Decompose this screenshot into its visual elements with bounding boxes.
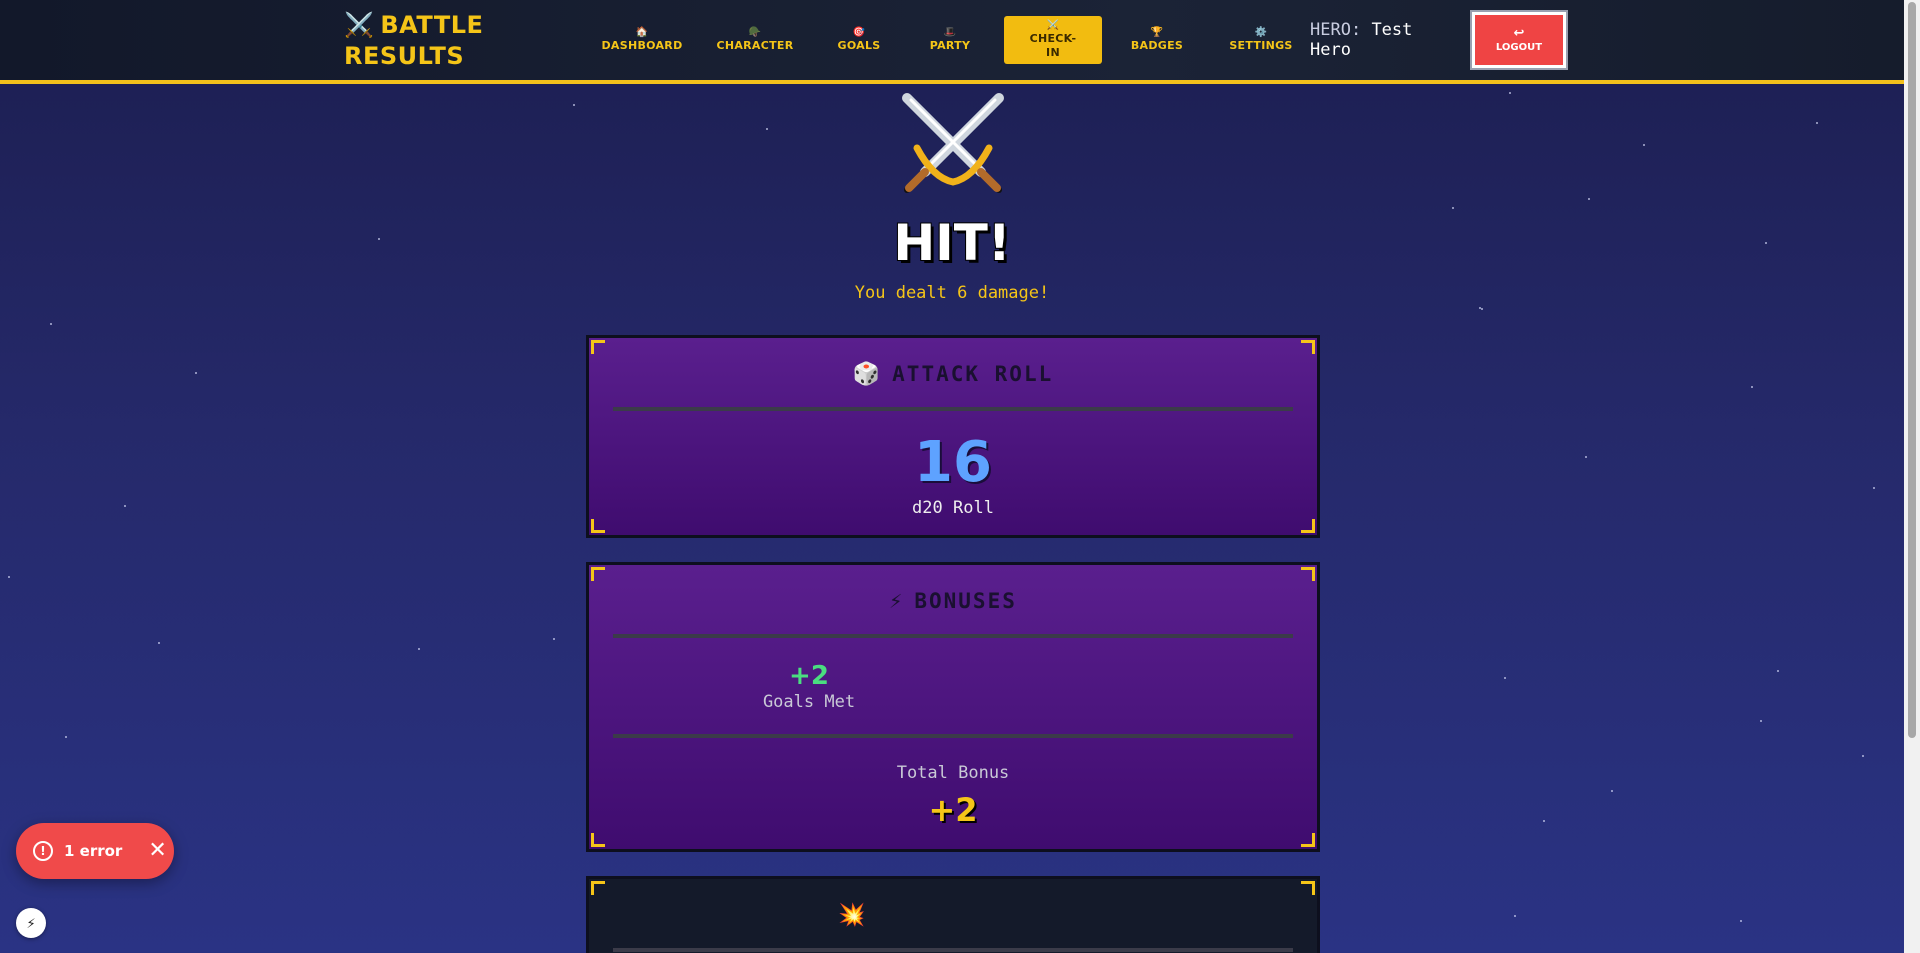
nav-check-in[interactable]: ⚔️ CHECK-IN: [1004, 16, 1102, 64]
main-nav: 🏠 DASHBOARD 🪖 CHARACTER 🎯 GOALS 🎩 PARTY …: [590, 16, 1316, 64]
divider: [613, 634, 1293, 638]
corner-decoration: [1301, 340, 1315, 354]
crossed-swords-icon: ⚔️: [344, 11, 375, 39]
logout-icon: ↩: [1513, 26, 1525, 41]
corner-decoration: [1301, 519, 1315, 533]
nav-label: GOALS: [837, 39, 881, 52]
top-navbar: ⚔️ BATTLE RESULTS 🏠 DASHBOARD 🪖 CHARACTER…: [0, 0, 1904, 84]
lightning-icon: ⚡: [889, 589, 905, 614]
card-title: ATTACK ROLL: [892, 362, 1054, 386]
corner-decoration: [591, 833, 605, 847]
corner-decoration: [591, 881, 605, 895]
logout-button[interactable]: ↩ LOGOUT: [1470, 10, 1568, 70]
scrollbar[interactable]: [1904, 0, 1920, 953]
trophy-icon: 🏆: [1150, 27, 1164, 38]
result-title: HIT!: [893, 214, 1011, 272]
helmet-icon: 🪖: [748, 27, 762, 38]
bonuses-card: ⚡ BONUSES +2 Goals Met Total Bonus +2: [586, 562, 1320, 852]
crossed-swords-icon: [902, 93, 1004, 193]
bonus-label: Goals Met: [762, 692, 856, 712]
nav-label: DASHBOARD: [601, 39, 683, 52]
divider: [613, 407, 1293, 411]
nav-label: CHARACTER: [716, 39, 794, 52]
corner-decoration: [591, 340, 605, 354]
app-logo[interactable]: ⚔️ BATTLE RESULTS: [344, 10, 494, 72]
total-bonus-label: Total Bonus: [896, 763, 1010, 783]
nav-label: PARTY: [929, 39, 971, 52]
lightning-icon: ⚡: [26, 914, 36, 932]
corner-decoration: [591, 519, 605, 533]
corner-decoration: [1301, 833, 1315, 847]
card-header: 🎲 ATTACK ROLL: [589, 362, 1317, 387]
target-icon: 🎯: [852, 27, 866, 38]
attack-roll-card: 🎲 ATTACK ROLL 16 d20 Roll: [586, 335, 1320, 538]
nav-dashboard[interactable]: 🏠 DASHBOARD: [590, 16, 694, 64]
card-header: ⚡ BONUSES: [589, 589, 1317, 614]
scrollbar-thumb[interactable]: [1908, 2, 1916, 738]
hero-label: HERO:: [1310, 20, 1362, 40]
card-title: BONUSES: [914, 589, 1017, 613]
nav-settings[interactable]: ⚙️ SETTINGS: [1206, 16, 1316, 64]
corner-decoration: [591, 567, 605, 581]
hero-name-display: HERO: Test Hero: [1310, 20, 1440, 60]
party-hat-icon: 🎩: [943, 27, 957, 38]
error-icon: !: [33, 841, 53, 861]
nav-goals[interactable]: 🎯 GOALS: [816, 16, 902, 64]
divider: [613, 948, 1293, 952]
damage-card: 💥: [586, 876, 1320, 953]
corner-decoration: [1301, 881, 1315, 895]
roll-label: d20 Roll: [912, 498, 994, 518]
card-header: 💥: [399, 903, 1317, 928]
dice-icon: 🎲: [852, 362, 883, 387]
roll-value: 16: [914, 430, 992, 495]
explosion-icon: 💥: [838, 903, 868, 928]
close-icon[interactable]: ✕: [148, 840, 166, 862]
nav-label: CHECK-IN: [1029, 32, 1077, 59]
logout-label: LOGOUT: [1495, 42, 1543, 53]
error-count: 1 error: [64, 842, 123, 860]
damage-message: You dealt 6 damage!: [854, 283, 1050, 303]
nav-party[interactable]: 🎩 PARTY: [902, 16, 998, 64]
bonus-value: +2: [789, 661, 829, 691]
total-bonus-value: +2: [928, 791, 978, 829]
nav-badges[interactable]: 🏆 BADGES: [1108, 16, 1206, 64]
error-toast[interactable]: ! 1 error ✕: [16, 823, 174, 879]
home-icon: 🏠: [635, 27, 649, 38]
crossed-swords-icon: ⚔️: [1046, 20, 1060, 31]
nav-label: SETTINGS: [1229, 39, 1293, 52]
nav-character[interactable]: 🪖 CHARACTER: [694, 16, 816, 64]
nav-label: BADGES: [1130, 39, 1184, 52]
devtools-button[interactable]: ⚡: [16, 908, 46, 938]
gear-icon: ⚙️: [1254, 27, 1268, 38]
corner-decoration: [1301, 567, 1315, 581]
divider: [613, 734, 1293, 738]
